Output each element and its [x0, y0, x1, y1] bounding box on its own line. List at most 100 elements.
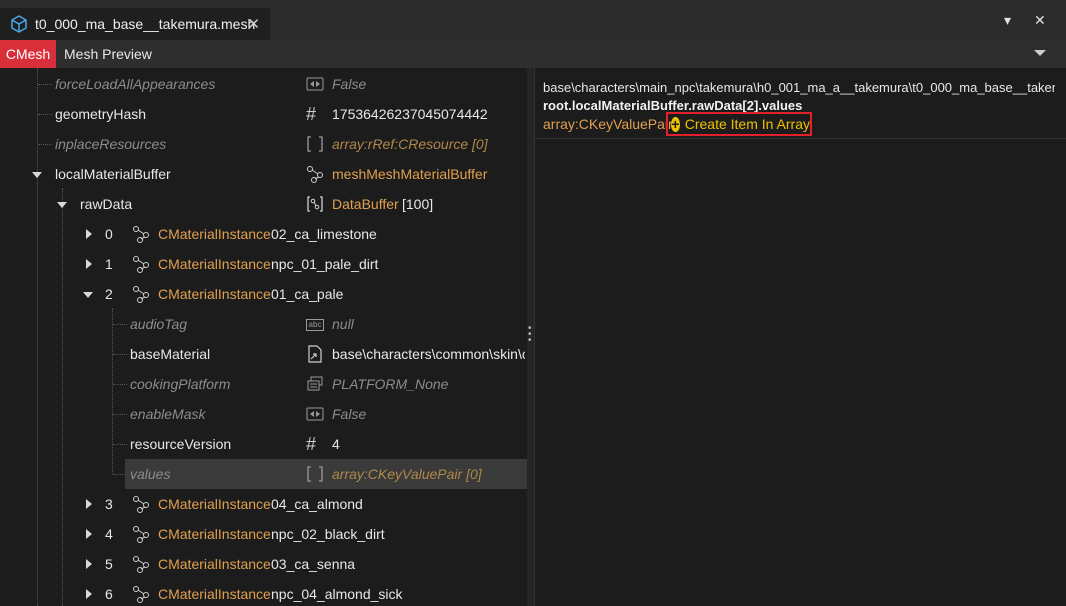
property-label: baseMaterial: [130, 346, 211, 362]
property-label: cookingPlatform: [130, 376, 231, 392]
tree-row-material-3[interactable]: 3 CMaterialInstance 04_ca_almond: [0, 489, 527, 519]
property-label: values: [130, 466, 171, 482]
class-icon: [133, 586, 149, 603]
property-label: inplaceResources: [55, 136, 167, 152]
item-index: 4: [105, 526, 113, 542]
property-value: base\characters\common\skin\c: [332, 346, 525, 362]
tree-row-material-0[interactable]: 0 CMaterialInstance 02_ca_limestone: [0, 219, 527, 249]
property-tree: forceLoadAllAppearances False geometryHa…: [0, 68, 527, 606]
expand-chevron-icon[interactable]: [57, 202, 67, 208]
property-label: enableMask: [130, 406, 206, 422]
tree-row-values-selected[interactable]: values array:CKeyValuePair [0]: [125, 459, 527, 489]
tree-row-cooking-platform[interactable]: cookingPlatform PLATFORM_None: [0, 369, 527, 399]
tab-bar: t0_000_ma_base__takemura.mesh ✕ ▾ ✕: [0, 0, 1066, 41]
tree-row-force-load[interactable]: forceLoadAllAppearances False: [0, 69, 527, 99]
property-value: array:CKeyValuePair [0]: [332, 466, 482, 482]
tree-row-material-2[interactable]: 2 CMaterialInstance 01_ca_pale: [0, 279, 527, 309]
tree-row-inplace-resources[interactable]: inplaceResources array:rRef:CResource [0…: [0, 129, 527, 159]
item-index: 6: [105, 586, 113, 602]
item-index: 0: [105, 226, 113, 242]
class-icon: [133, 526, 149, 543]
item-type: CMaterialInstance: [158, 586, 271, 602]
tab-mesh-preview[interactable]: Mesh Preview: [64, 46, 152, 62]
property-label: localMaterialBuffer: [55, 166, 171, 182]
cube-icon: [11, 15, 27, 33]
string-icon: abc: [306, 319, 324, 331]
item-type: CMaterialInstance: [158, 286, 271, 302]
expand-chevron-icon[interactable]: [83, 292, 93, 298]
enum-icon: [307, 376, 323, 391]
item-type: CMaterialInstance: [158, 556, 271, 572]
expand-chevron-icon[interactable]: [86, 529, 92, 539]
bool-icon: [306, 77, 324, 91]
array-icon: [307, 466, 323, 482]
tab-list-chevron-icon[interactable]: ▾: [1004, 12, 1011, 29]
hash-icon: #: [306, 434, 317, 454]
item-name: 01_ca_pale: [271, 286, 344, 302]
expand-chevron-icon[interactable]: [86, 589, 92, 599]
pane-splitter[interactable]: • • •: [527, 68, 534, 606]
class-icon: [133, 496, 149, 513]
tab-title: t0_000_ma_base__takemura.mesh: [35, 16, 256, 32]
item-name: npc_01_pale_dirt: [271, 256, 379, 272]
class-icon: [133, 286, 149, 303]
array-type-label: array:CKeyValuePair: [543, 116, 673, 132]
expand-chevron-icon[interactable]: [86, 559, 92, 569]
property-value: False: [332, 76, 367, 92]
splitter-grip-icon: • • •: [528, 323, 532, 346]
item-name: 02_ca_limestone: [271, 226, 377, 242]
property-value: array:rRef:CResource [0]: [332, 136, 488, 152]
tree-row-material-4[interactable]: 4 CMaterialInstance npc_02_black_dirt: [0, 519, 527, 549]
expand-chevron-icon[interactable]: [86, 229, 92, 239]
tree-row-material-6[interactable]: 6 CMaterialInstance npc_04_almond_sick: [0, 579, 527, 606]
class-icon: [307, 166, 323, 183]
item-index: 3: [105, 496, 113, 512]
property-value: null: [332, 316, 354, 332]
expand-chevron-icon[interactable]: [32, 172, 42, 178]
expand-chevron-icon[interactable]: [86, 259, 92, 269]
item-type: CMaterialInstance: [158, 256, 271, 272]
create-item-in-array-button[interactable]: + Create Item In Array: [666, 112, 812, 136]
property-label: resourceVersion: [130, 436, 232, 452]
file-reference-icon: [308, 345, 322, 363]
property-value: False: [332, 406, 367, 422]
expand-chevron-icon[interactable]: [86, 499, 92, 509]
bool-icon: [306, 407, 324, 421]
tree-row-local-material-buffer[interactable]: localMaterialBuffer meshMeshMaterialBuff…: [0, 159, 527, 189]
tree-row-raw-data[interactable]: rawData DataBuffer [100]: [0, 189, 527, 219]
tree-row-geometry-hash[interactable]: geometryHash # 17536426237045074442: [0, 99, 527, 129]
subbar-chevron-down-icon[interactable]: [1034, 50, 1046, 56]
window-close-icon[interactable]: ✕: [1034, 12, 1046, 29]
item-index: 2: [105, 286, 113, 302]
tree-row-material-1[interactable]: 1 CMaterialInstance npc_01_pale_dirt: [0, 249, 527, 279]
tree-row-resource-version[interactable]: resourceVersion # 4: [0, 429, 527, 459]
tab-close-icon[interactable]: ✕: [247, 15, 260, 33]
property-count: [100]: [402, 196, 434, 212]
file-path: base\characters\main_npc\takemura\h0_001…: [543, 80, 1055, 95]
property-label: geometryHash: [55, 106, 147, 122]
property-path: root.localMaterialBuffer.rawData[2].valu…: [543, 98, 803, 113]
property-label: forceLoadAllAppearances: [55, 76, 216, 92]
item-name: npc_04_almond_sick: [271, 586, 403, 602]
item-type: CMaterialInstance: [158, 526, 271, 542]
item-type: CMaterialInstance: [158, 226, 271, 242]
tree-row-material-5[interactable]: 5 CMaterialInstance 03_ca_senna: [0, 549, 527, 579]
class-icon: [133, 256, 149, 273]
tab-mesh-file[interactable]: t0_000_ma_base__takemura.mesh ✕: [0, 8, 270, 40]
item-name: npc_02_black_dirt: [271, 526, 385, 542]
add-icon: +: [671, 115, 680, 132]
detail-divider: [535, 138, 1066, 139]
property-value: 4: [332, 436, 340, 452]
detail-pane: base\characters\main_npc\takemura\h0_001…: [534, 68, 1066, 606]
item-index: 5: [105, 556, 113, 572]
property-label: rawData: [80, 196, 133, 212]
data-buffer-icon: [307, 196, 323, 212]
property-value: PLATFORM_None: [332, 376, 449, 392]
item-name: 03_ca_senna: [271, 556, 356, 572]
tab-cmesh[interactable]: CMesh: [0, 40, 56, 68]
tree-row-enable-mask[interactable]: enableMask False: [0, 399, 527, 429]
tree-row-audio-tag[interactable]: audioTag abc null: [0, 309, 527, 339]
item-name: 04_ca_almond: [271, 496, 363, 512]
tree-row-base-material[interactable]: baseMaterial base\characters\common\skin…: [0, 339, 527, 369]
create-item-label: Create Item In Array: [684, 116, 810, 132]
